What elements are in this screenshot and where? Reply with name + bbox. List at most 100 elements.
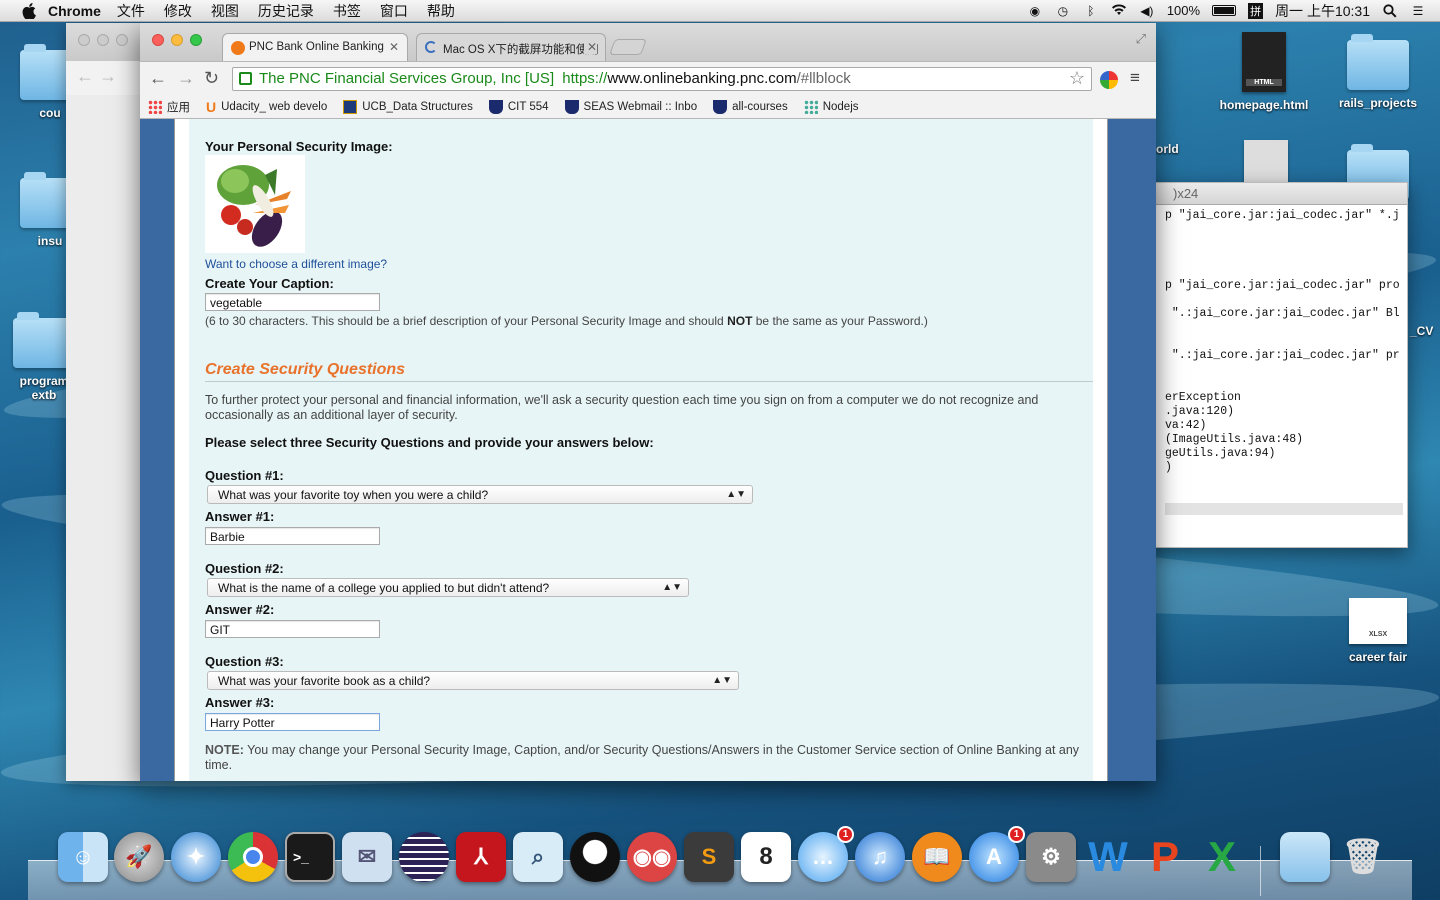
tab-mac-os-screenshot[interactable]: Mac OS X下的截屏功能和使用 ✕	[416, 33, 606, 61]
owl-app-icon[interactable]: ◉◉	[627, 832, 677, 882]
trash-icon[interactable]: 🗑	[1338, 832, 1388, 882]
answer-3-input[interactable]: Harry Potter	[205, 713, 380, 731]
spotlight-search-icon[interactable]	[1382, 3, 1398, 18]
menu-view[interactable]: 视图	[211, 1, 239, 21]
answer-3-label: Answer #3:	[205, 695, 275, 710]
question-1-select[interactable]: What was your favorite toy when you were…	[207, 485, 753, 504]
minimize-window-button[interactable]	[171, 34, 183, 46]
app-store-icon[interactable]: A1	[969, 826, 1025, 882]
url-scheme: https://	[562, 70, 608, 87]
eclipse-icon[interactable]	[399, 832, 449, 882]
minimize-button-inactive[interactable]	[97, 34, 109, 46]
safari-icon[interactable]: ✦	[171, 832, 221, 882]
ev-certificate-name[interactable]: The PNC Financial Services Group, Inc [U…	[259, 70, 554, 87]
powerpoint-icon[interactable]: P	[1140, 832, 1190, 882]
close-button-inactive[interactable]	[78, 34, 90, 46]
answer-1-input[interactable]: Barbie	[205, 527, 380, 545]
mail-icon[interactable]: ✉	[342, 832, 392, 882]
ibooks-icon[interactable]: 📖	[912, 832, 962, 882]
desktop-label-partial: orld	[1156, 142, 1179, 156]
answer-2-input[interactable]: GIT	[205, 620, 380, 638]
back-button-icon[interactable]: ←	[149, 68, 167, 89]
messages-icon[interactable]: … 1	[798, 826, 854, 882]
choose-different-image-link[interactable]: Want to choose a different image?	[205, 257, 387, 271]
preview-icon[interactable]: ⌕	[513, 832, 563, 882]
desktop-folder-label: rails_projects	[1338, 96, 1418, 110]
downloads-stack-icon[interactable]	[1280, 832, 1330, 882]
caption-help-bold: NOT	[727, 314, 753, 328]
launchpad-icon[interactable]: 🚀	[114, 832, 164, 882]
question-3-select[interactable]: What was your favorite book as a child? ▲…	[207, 671, 739, 690]
bluetooth-icon[interactable]: ᛒ	[1083, 4, 1099, 18]
zoom-window-button[interactable]	[190, 34, 202, 46]
close-window-button[interactable]	[152, 34, 164, 46]
bookmark-all-courses[interactable]: all-courses	[713, 99, 788, 114]
sublime-text-icon[interactable]: S	[684, 832, 734, 882]
desktop-file-homepage[interactable]: HTML homepage.html	[1212, 32, 1316, 112]
new-tab-button[interactable]	[609, 39, 647, 55]
zoom-button-inactive[interactable]	[116, 34, 128, 46]
bookmark-cit554[interactable]: CIT 554	[488, 99, 549, 114]
tab-pnc-bank[interactable]: PNC Bank Online Banking ✕	[222, 33, 408, 61]
terminal-title: )x24	[1131, 183, 1407, 205]
bookmark-udacity[interactable]: U Udacity_ web develo	[206, 99, 327, 115]
bookmark-ucb[interactable]: UCB_Data Structures	[343, 99, 473, 114]
terminal-window[interactable]: )x24 p "jai_core.jar:jai_codec.jar" *.j …	[1130, 182, 1408, 548]
xlsx-file-icon: XLSX	[1349, 598, 1407, 644]
tab-title: PNC Bank Online Banking	[249, 41, 384, 53]
caption-input[interactable]: vegetable	[205, 293, 380, 311]
system-preferences-icon[interactable]: ⚙	[1026, 832, 1076, 882]
forward-button-icon[interactable]: →	[177, 68, 195, 89]
menu-help[interactable]: 帮助	[427, 1, 455, 21]
extension-icon[interactable]	[1100, 71, 1118, 89]
input-method-icon[interactable]: 拼	[1248, 2, 1264, 19]
close-tab-icon[interactable]: ✕	[583, 40, 597, 54]
word-icon[interactable]: W	[1083, 832, 1133, 882]
note-body: You may change your Personal Security Im…	[205, 743, 1080, 772]
page-content: Your Personal Security Image: Want to ch…	[174, 119, 1108, 781]
skype-icon[interactable]: ◉	[1027, 4, 1043, 18]
acrobat-icon[interactable]: ⅄	[456, 832, 506, 882]
itunes-icon[interactable]: ♫	[855, 832, 905, 882]
fullscreen-icon[interactable]: ⤢	[1136, 31, 1146, 47]
wifi-icon[interactable]	[1111, 3, 1127, 18]
terminal-icon[interactable]: >_	[285, 832, 335, 882]
bookmark-star-icon[interactable]: ☆	[1069, 68, 1085, 89]
tab-strip: PNC Bank Online Banking ✕ Mac OS X下的截屏功能…	[140, 23, 1156, 61]
bookmark-label: UCB_Data Structures	[362, 100, 473, 113]
address-bar[interactable]: The PNC Financial Services Group, Inc [U…	[232, 67, 1092, 91]
chrome-icon[interactable]	[228, 832, 278, 882]
finder-icon[interactable]: ☺	[58, 832, 108, 882]
menu-file[interactable]: 文件	[117, 1, 145, 21]
desktop-folder-rails-projects[interactable]: rails_projects	[1328, 34, 1428, 110]
reload-button-icon[interactable]: ↻	[204, 68, 219, 89]
menubar-clock[interactable]: 周一 上午10:31	[1275, 1, 1370, 21]
background-window[interactable]: ← →	[66, 23, 146, 781]
battery-icon[interactable]	[1212, 5, 1237, 16]
terminal-scrollbar[interactable]	[1165, 503, 1403, 515]
app-name-menu[interactable]: Chrome	[48, 3, 101, 19]
apple-menu-icon[interactable]	[18, 2, 40, 20]
chrome-window[interactable]: PNC Bank Online Banking ✕ Mac OS X下的截屏功能…	[140, 23, 1156, 781]
chrome-menu-icon[interactable]: ≡	[1130, 68, 1140, 88]
bookmark-seas-webmail[interactable]: SEAS Webmail :: Inbo	[564, 99, 697, 114]
menu-edit[interactable]: 修改	[164, 1, 192, 21]
close-tab-icon[interactable]: ✕	[389, 40, 399, 54]
bookmark-nodejs[interactable]: Nodejs	[803, 99, 859, 114]
notification-center-icon[interactable]: ☰	[1410, 4, 1426, 18]
calendar-icon[interactable]: 8	[741, 832, 791, 882]
excel-icon[interactable]: X	[1197, 832, 1247, 882]
volume-icon[interactable]: ◀)	[1139, 4, 1155, 18]
menu-bookmarks[interactable]: 书签	[333, 1, 361, 21]
apps-grid-icon	[148, 99, 162, 114]
page-viewport[interactable]: Your Personal Security Image: Want to ch…	[140, 119, 1156, 781]
menu-history[interactable]: 历史记录	[258, 1, 314, 21]
security-questions-heading: Create Security Questions	[205, 361, 406, 378]
question-2-select[interactable]: What is the name of a college you applie…	[207, 578, 689, 597]
menu-window[interactable]: 窗口	[380, 1, 408, 21]
desktop-file-career-fair[interactable]: XLSX career fair	[1330, 598, 1426, 664]
time-machine-icon[interactable]: ◷	[1055, 4, 1071, 18]
note-text: NOTE: You may change your Personal Secur…	[205, 743, 1093, 773]
qq-icon[interactable]	[570, 832, 620, 882]
bookmark-apps[interactable]: 应用	[148, 99, 190, 115]
